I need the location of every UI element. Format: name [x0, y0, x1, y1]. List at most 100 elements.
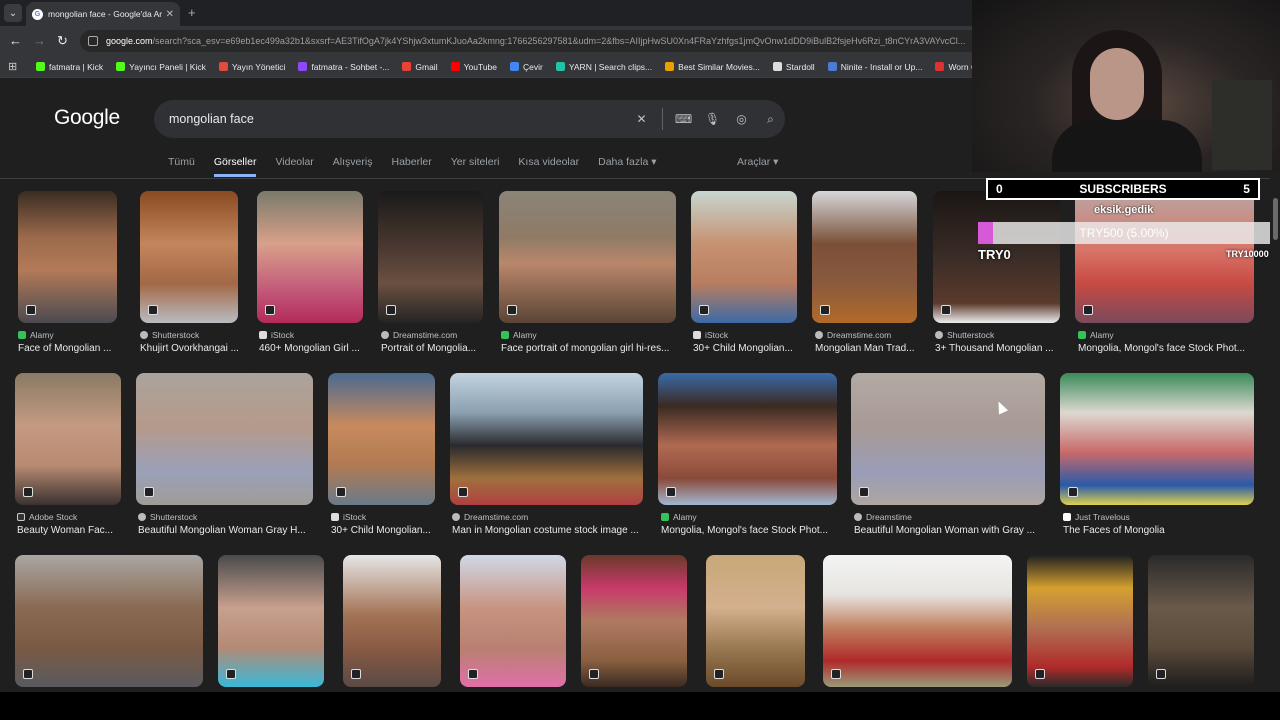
lens-camera-icon[interactable]: ◎ [727, 112, 756, 126]
result-image[interactable] [658, 373, 837, 505]
result-title[interactable]: Mongolia, Mongol's face Stock Phot... [661, 525, 841, 536]
tab-shopping[interactable]: Alışveriş [333, 156, 373, 177]
url-path: /search?sca_esv=e69eb1ec499a32b1&sxsrf=A… [152, 36, 966, 46]
bookmark-item[interactable]: Stardoll [772, 62, 815, 72]
result-title[interactable]: Beauty Woman Fac... [17, 525, 127, 536]
result-image[interactable] [257, 191, 363, 323]
tab-short-videos[interactable]: Kısa videolar [518, 156, 579, 177]
result-title[interactable]: 460+ Mongolian Girl ... [259, 343, 371, 354]
result-image[interactable] [851, 373, 1045, 505]
forward-arrow-icon[interactable]: → [33, 33, 46, 48]
scrollbar-thumb[interactable] [1273, 198, 1278, 240]
site-info-icon[interactable] [88, 36, 98, 46]
bookmark-item[interactable]: Yayın Yönetici [218, 62, 285, 72]
bookmark-item[interactable]: fatmatra | Kick [36, 62, 103, 72]
result-image[interactable] [706, 555, 805, 687]
result-image[interactable] [812, 191, 917, 323]
bookmark-item[interactable]: Çevir [510, 62, 543, 72]
result-image[interactable] [378, 191, 483, 323]
search-icon[interactable]: ⌕ [756, 112, 785, 127]
result-title[interactable]: Man in Mongolian costume stock image ... [452, 525, 647, 536]
result-title[interactable]: Khujirt Ovorkhangai ... [140, 343, 248, 354]
bookmark-item[interactable]: Gmail [402, 62, 438, 72]
result-image[interactable] [218, 555, 324, 687]
bookmark-item[interactable]: fatmatra - Sohbet -... [298, 62, 389, 72]
result-title[interactable]: 3+ Thousand Mongolian ... [935, 343, 1065, 354]
result-image[interactable] [343, 555, 441, 687]
result-source[interactable]: Shutterstock [935, 330, 994, 340]
result-image[interactable] [450, 373, 643, 505]
result-source[interactable]: Dreamstime.com [381, 330, 457, 340]
result-title[interactable]: The Faces of Mongolia [1063, 525, 1253, 536]
bookmark-item[interactable]: YARN | Search clips... [555, 62, 652, 72]
tab-close-icon[interactable]: ✕ [166, 9, 174, 20]
tools-button[interactable]: Araçlar ▾ [737, 156, 778, 168]
result-source[interactable]: iStock [259, 330, 294, 340]
result-source[interactable]: Dreamstime.com [452, 512, 528, 522]
result-source[interactable]: Shutterstock [138, 512, 197, 522]
bookmark-item[interactable]: Ninite - Install or Up... [827, 62, 922, 72]
result-image[interactable] [581, 555, 687, 687]
result-image[interactable] [1148, 555, 1254, 687]
tab-more[interactable]: Daha fazla ▾ [598, 156, 656, 177]
bookmark-item[interactable]: Yayıncı Paneli | Kick [116, 62, 206, 72]
subscribers-counter: 0 SUBSCRIBERS 5 [986, 178, 1260, 200]
subs-left-count: 0 [996, 182, 1003, 196]
result-title[interactable]: Face portrait of mongolian girl hi-res..… [501, 343, 681, 354]
result-image[interactable] [823, 555, 1012, 687]
tab-news[interactable]: Haberler [391, 156, 431, 177]
search-divider [662, 108, 663, 130]
result-image[interactable] [15, 555, 203, 687]
tab-title: mongolian face - Google'da Ara [48, 9, 162, 19]
result-title[interactable]: Mongolian Man Trad... [815, 343, 923, 354]
result-title[interactable]: Portrait of Mongolia... [381, 343, 489, 354]
microphone-icon[interactable]: 🎙 [698, 112, 727, 126]
page-scrollbar[interactable] [1271, 178, 1280, 692]
tab-all[interactable]: Tümü [168, 156, 195, 177]
result-source[interactable]: Alamy [661, 512, 697, 522]
result-image[interactable] [18, 191, 117, 323]
result-source[interactable]: Dreamstime [854, 512, 912, 522]
result-source[interactable]: Alamy [18, 330, 54, 340]
google-logo[interactable]: Google [54, 106, 120, 130]
result-title[interactable]: 30+ Child Mongolian... [693, 343, 801, 354]
result-image[interactable] [1027, 555, 1133, 687]
bookmark-item[interactable]: Best Similar Movies... [665, 62, 760, 72]
result-source[interactable]: Adobe Stock [17, 512, 77, 522]
new-tab-icon[interactable]: + [188, 5, 196, 20]
result-source[interactable]: iStock [331, 512, 366, 522]
result-source[interactable]: Dreamstime.com [815, 330, 891, 340]
clear-icon[interactable]: ✕ [627, 112, 656, 126]
tab-search-chevron-icon[interactable]: ⌄ [4, 4, 22, 22]
result-source[interactable]: iStock [693, 330, 728, 340]
url-field[interactable]: google.com /search?sca_esv=e69eb1ec499a3… [80, 30, 980, 52]
result-image[interactable] [328, 373, 435, 505]
result-image[interactable] [1060, 373, 1254, 505]
result-image[interactable] [15, 373, 121, 505]
back-arrow-icon[interactable]: ← [9, 33, 22, 48]
result-image[interactable] [140, 191, 238, 323]
result-source[interactable]: Just Travelous [1063, 512, 1130, 522]
result-image[interactable] [499, 191, 676, 323]
result-title[interactable]: Face of Mongolian ... [18, 343, 128, 354]
keyboard-icon[interactable]: ⌨ [669, 112, 698, 126]
tab-images[interactable]: Görseller [213, 156, 257, 177]
result-image[interactable] [691, 191, 797, 323]
reload-icon[interactable]: ↻ [57, 33, 68, 49]
apps-grid-icon[interactable]: ⊞ [8, 60, 22, 73]
result-image[interactable] [136, 373, 313, 505]
search-input[interactable]: mongolian face [169, 112, 627, 126]
result-title[interactable]: 30+ Child Mongolian... [331, 525, 441, 536]
result-title[interactable]: Mongolia, Mongol's face Stock Phot... [1078, 343, 1253, 354]
tab-videos[interactable]: Videolar [275, 156, 313, 177]
result-source[interactable]: Shutterstock [140, 330, 199, 340]
result-title[interactable]: Beautiful Mongolian Woman Gray H... [138, 525, 313, 536]
search-box[interactable]: mongolian face ✕ ⌨ 🎙 ◎ ⌕ [154, 100, 785, 138]
result-title[interactable]: Beautiful Mongolian Woman with Gray ... [854, 525, 1049, 536]
result-source[interactable]: Alamy [501, 330, 537, 340]
bookmark-item[interactable]: YouTube [450, 62, 497, 72]
result-source[interactable]: Alamy [1078, 330, 1114, 340]
tab-places[interactable]: Yer siteleri [451, 156, 500, 177]
result-image[interactable] [460, 555, 566, 687]
browser-tab-active[interactable]: G mongolian face - Google'da Ara ✕ [26, 2, 180, 26]
